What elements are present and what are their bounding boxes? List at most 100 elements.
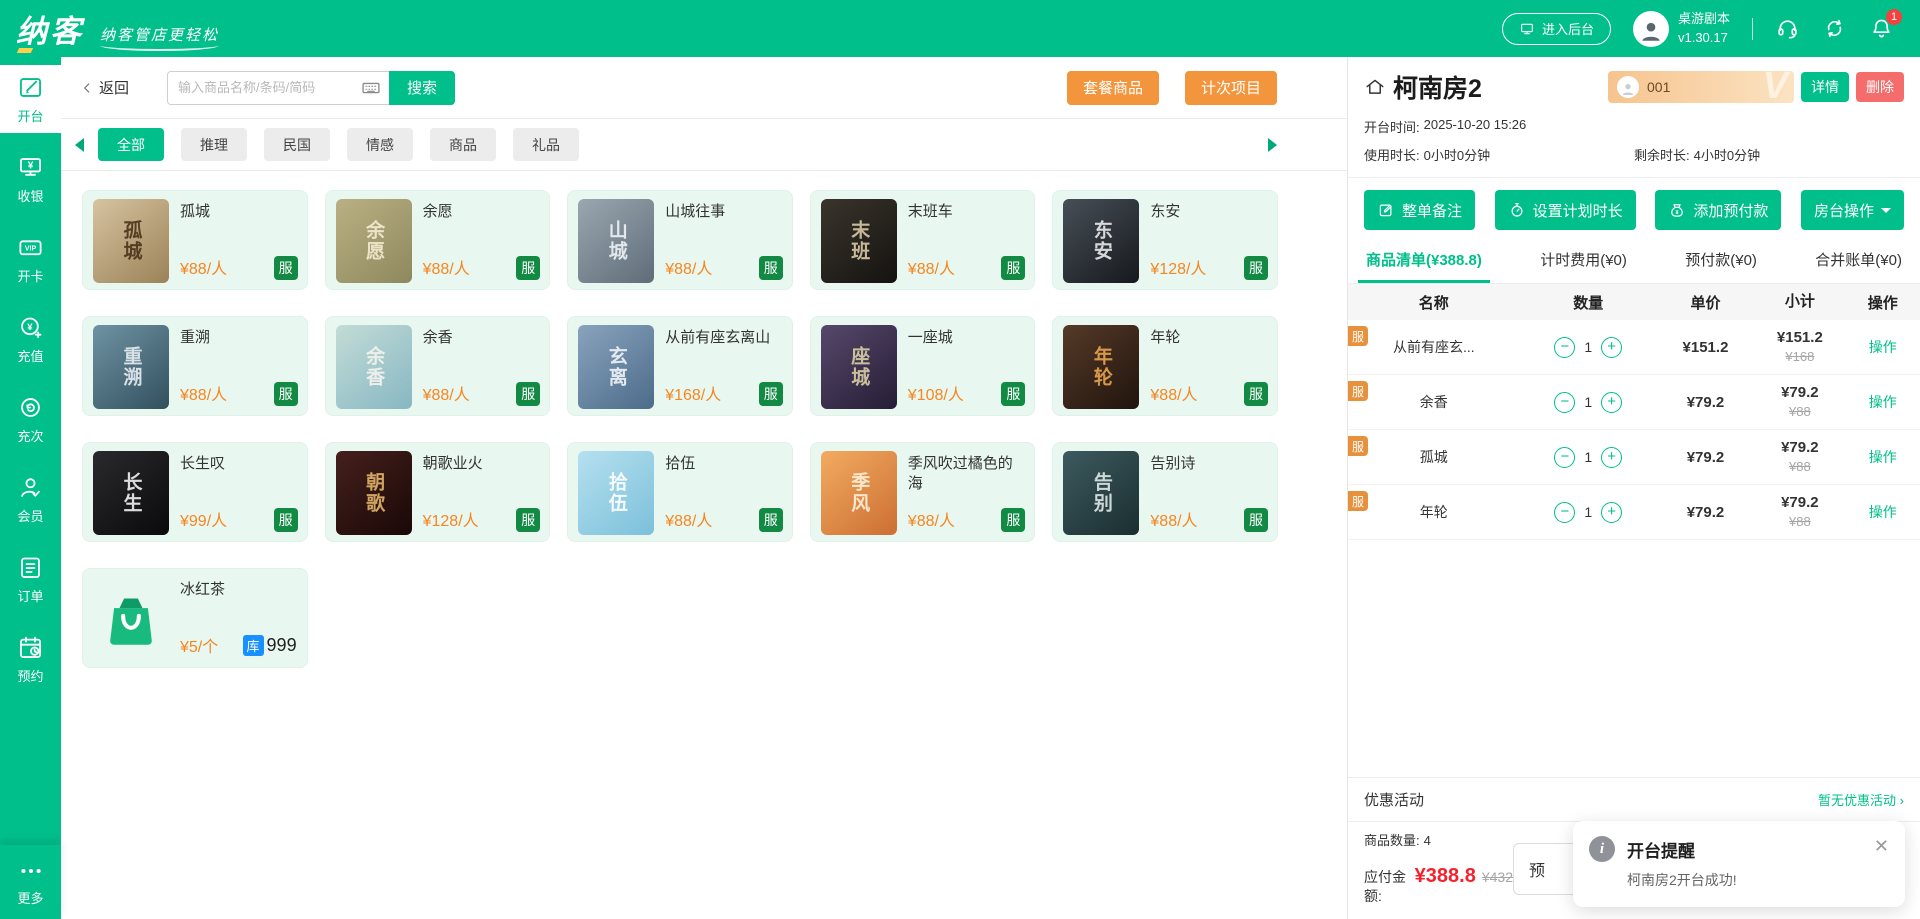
sidebar-item-label: 开卡 [17, 266, 43, 285]
combo-products-button[interactable]: 套餐商品 [1067, 71, 1159, 105]
category-chip[interactable]: 商品 [430, 128, 496, 161]
back-button[interactable]: 返回 [79, 77, 129, 98]
toast-close-icon[interactable]: ✕ [1874, 836, 1889, 857]
panel-tab[interactable]: 商品清单(¥388.8) [1358, 236, 1490, 283]
product-card[interactable]: 冰红茶 ¥5/个库999 [82, 568, 308, 668]
product-price: ¥88/人 [180, 381, 227, 405]
product-card[interactable]: 玄离 从前有座玄离山 ¥168/人 服 [567, 316, 793, 416]
quantity-minus-button[interactable]: − [1554, 502, 1575, 523]
sidebar-item-booking[interactable]: 预约 [0, 625, 61, 693]
order-note-button[interactable]: 整单备注 [1364, 190, 1475, 230]
product-card[interactable]: 东安 东安 ¥128/人 服 [1052, 190, 1278, 290]
quantity-value: 1 [1584, 504, 1592, 520]
category-chip[interactable]: 推理 [181, 128, 247, 161]
member-chip[interactable]: 001 V [1608, 71, 1794, 103]
sidebar-item-member[interactable]: 会员 [0, 465, 61, 533]
quantity-plus-button[interactable]: + [1601, 392, 1622, 413]
sidebar-item-orders[interactable]: 订单 [0, 545, 61, 613]
product-card[interactable]: 余愿 余愿 ¥88/人 服 [325, 190, 551, 290]
search-button[interactable]: 搜索 [389, 71, 455, 105]
item-count-label: 商品数量: [1364, 832, 1420, 850]
cashier-icon: ¥ [17, 154, 44, 181]
set-planned-time-button[interactable]: 设置计划时长 [1495, 190, 1636, 230]
room-operations-button[interactable]: 房台操作 [1801, 190, 1904, 230]
product-thumbnail: 告别 [1063, 451, 1139, 535]
delete-button[interactable]: 删除 [1856, 72, 1904, 102]
product-card[interactable]: 末班 末班车 ¥88/人 服 [810, 190, 1036, 290]
product-card[interactable]: 山城 山城往事 ¥88/人 服 [567, 190, 793, 290]
sidebar-item-recharge[interactable]: ¥ 充值 [0, 305, 61, 373]
top-bar: 纳客 纳客管店更轻松 进入后台 桌游剧本 v1.30.17 1 [0, 0, 1920, 57]
product-name: 年轮 [1150, 328, 1267, 348]
back-label: 返回 [99, 77, 129, 98]
product-price: ¥108/人 [908, 381, 964, 405]
sidebar-item-label: 充次 [17, 426, 43, 445]
keyboard-icon[interactable] [361, 71, 389, 105]
recharge-icon: ¥ [17, 314, 44, 341]
product-card[interactable]: 年轮 年轮 ¥88/人 服 [1052, 316, 1278, 416]
quantity-plus-button[interactable]: + [1601, 337, 1622, 358]
sidebar-item-vip-card[interactable]: VIP 开卡 [0, 225, 61, 293]
unit-price: ¥79.2 [1657, 504, 1754, 521]
notification-bell-icon[interactable]: 1 [1869, 16, 1894, 41]
product-thumbnail: 拾伍 [578, 451, 654, 535]
row-action-link[interactable]: 操作 [1869, 339, 1897, 355]
row-action-link[interactable]: 操作 [1869, 449, 1897, 465]
product-name: 长生叹 [180, 454, 297, 474]
account-info[interactable]: 桌游剧本 v1.30.17 [1633, 10, 1730, 48]
promo-link[interactable]: 暂无优惠活动 › [1818, 790, 1904, 809]
chevron-left-icon [79, 80, 95, 96]
product-card[interactable]: 孤城 孤城 ¥88/人 服 [82, 190, 308, 290]
product-card[interactable]: 告别 告别诗 ¥88/人 服 [1052, 442, 1278, 542]
sidebar-item-recharge-times[interactable]: 充次 [0, 385, 61, 453]
stock-badge: 库 [243, 635, 264, 656]
detail-button[interactable]: 详情 [1801, 72, 1849, 102]
category-chip[interactable]: 情感 [347, 128, 413, 161]
svg-text:¥: ¥ [27, 321, 33, 332]
product-card[interactable]: 重溯 重溯 ¥88/人 服 [82, 316, 308, 416]
panel-tab[interactable]: 计时费用(¥0) [1532, 236, 1635, 283]
add-prepayment-button[interactable]: ¥添加预付款 [1655, 190, 1781, 230]
product-price: ¥88/人 [665, 255, 712, 279]
quantity-plus-button[interactable]: + [1601, 502, 1622, 523]
product-card[interactable]: 余香 余香 ¥88/人 服 [325, 316, 551, 416]
payable-amount: ¥388.8 [1415, 862, 1476, 890]
product-card[interactable]: 长生 长生叹 ¥99/人 服 [82, 442, 308, 542]
quantity-minus-button[interactable]: − [1554, 337, 1575, 358]
product-card[interactable]: 座城 一座城 ¥108/人 服 [810, 316, 1036, 416]
category-chip[interactable]: 礼品 [513, 128, 579, 161]
row-action-link[interactable]: 操作 [1869, 394, 1897, 410]
brand-slogan: 纳客管店更轻松 [100, 24, 219, 51]
product-thumbnail: 长生 [93, 451, 169, 535]
category-chip[interactable]: 全部 [98, 128, 164, 161]
search-input[interactable] [167, 71, 389, 105]
order-row: 服 余香 − 1 + ¥79.2 ¥79.2¥88 操作 [1348, 375, 1920, 430]
count-items-button[interactable]: 计次项目 [1185, 71, 1277, 105]
product-name: 山城往事 [665, 202, 782, 222]
quantity-minus-button[interactable]: − [1554, 392, 1575, 413]
sidebar-item-more[interactable]: 更多 [0, 845, 61, 919]
category-scroll-left-icon[interactable] [75, 138, 84, 152]
used-time-value: 0小时0分钟 [1424, 145, 1490, 164]
sync-icon[interactable] [1822, 16, 1847, 41]
product-card[interactable]: 拾伍 拾伍 ¥88/人 服 [567, 442, 793, 542]
toast-notification: i 开台提醒 ✕ 柯南房2开台成功! [1573, 821, 1905, 907]
quantity-plus-button[interactable]: + [1601, 447, 1622, 468]
panel-tab[interactable]: 合并账单(¥0) [1807, 236, 1910, 283]
open-time-label: 开台时间: [1364, 117, 1420, 136]
row-action-link[interactable]: 操作 [1869, 504, 1897, 520]
category-chip[interactable]: 民国 [264, 128, 330, 161]
order-table-header: 名称 数量 单价 小计 操作 [1348, 284, 1920, 320]
sidebar-item-cashier[interactable]: ¥ 收银 [0, 145, 61, 213]
product-card[interactable]: 朝歌 朝歌业火 ¥128/人 服 [325, 442, 551, 542]
note-icon [1377, 201, 1395, 219]
panel-tab[interactable]: 预付款(¥0) [1677, 236, 1765, 283]
product-card[interactable]: 季风 季风吹过橘色的海 ¥88/人 服 [810, 442, 1036, 542]
category-scroll-right-icon[interactable] [1268, 138, 1277, 152]
quantity-minus-button[interactable]: − [1554, 447, 1575, 468]
sidebar-item-open-table[interactable]: 开台 [0, 65, 61, 133]
customer-service-icon[interactable] [1775, 16, 1800, 41]
order-item-name: 从前有座玄... [1348, 337, 1520, 357]
enter-backend-button[interactable]: 进入后台 [1502, 13, 1611, 45]
product-name: 东安 [1150, 202, 1267, 222]
